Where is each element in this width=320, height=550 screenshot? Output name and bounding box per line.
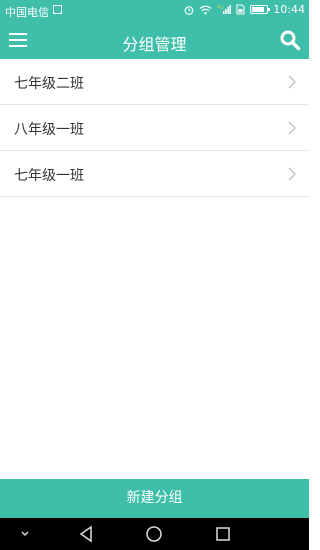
clock: 10:44 bbox=[273, 3, 305, 16]
battery-icon bbox=[250, 5, 271, 14]
wifi-icon bbox=[199, 5, 212, 14]
group-label: 八年级一班 bbox=[14, 122, 84, 138]
sim-icon bbox=[53, 5, 62, 14]
chevron-right-icon bbox=[288, 121, 297, 135]
chevron-down-icon[interactable] bbox=[16, 525, 34, 543]
group-label: 七年级一班 bbox=[14, 168, 84, 184]
new-group-button[interactable]: 新建分组 bbox=[0, 479, 309, 518]
recents-icon[interactable] bbox=[214, 525, 232, 543]
group-item[interactable]: 八年级一班 bbox=[0, 105, 309, 151]
network-type-label: 4G bbox=[217, 5, 224, 11]
group-item[interactable]: 七年级二班 bbox=[0, 59, 309, 105]
page-title: 分组管理 bbox=[122, 35, 187, 54]
status-icons: 4G 10:44 bbox=[184, 3, 305, 16]
app-bar: 分组管理 bbox=[0, 22, 309, 59]
alarm-icon bbox=[184, 5, 194, 15]
group-list: 七年级二班 八年级一班 七年级一班 bbox=[0, 59, 309, 197]
carrier-label: 中国电信 bbox=[5, 6, 49, 19]
sim-card-icon bbox=[236, 4, 245, 15]
search-icon[interactable] bbox=[279, 29, 301, 51]
status-bar: 中国电信 4G 10:44 bbox=[0, 0, 309, 22]
group-label: 七年级二班 bbox=[14, 76, 84, 92]
signal-icon: 4G bbox=[217, 5, 232, 14]
group-item[interactable]: 七年级一班 bbox=[0, 151, 309, 197]
chevron-right-icon bbox=[288, 75, 297, 89]
home-icon[interactable] bbox=[145, 525, 163, 543]
back-icon[interactable] bbox=[77, 525, 95, 543]
system-nav-bar bbox=[0, 518, 309, 550]
chevron-right-icon bbox=[288, 167, 297, 181]
